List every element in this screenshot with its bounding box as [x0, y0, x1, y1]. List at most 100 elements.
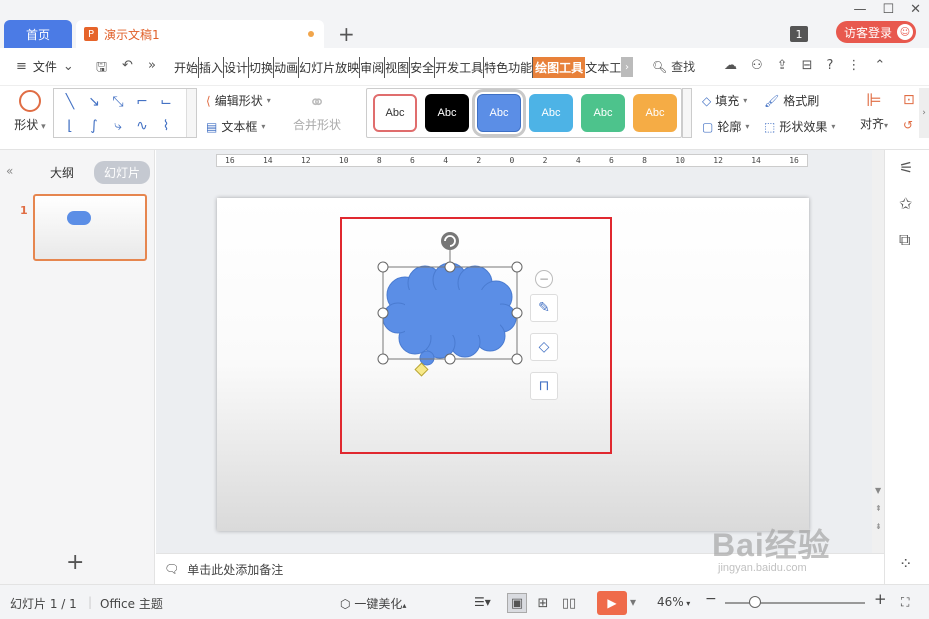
window-count-badge[interactable]: 1 — [790, 26, 808, 42]
shape-button[interactable]: 形状 ▾ — [10, 90, 50, 133]
normal-view-icon[interactable]: ▣ — [507, 593, 527, 613]
tabs-scroll-right-icon[interactable]: › — [621, 57, 633, 77]
outline-button[interactable]: ▢ 轮廓 ▾ — [702, 118, 749, 135]
document-tools-icon[interactable]: ⊟ — [802, 58, 813, 73]
save-icon[interactable]: 🖫 — [96, 58, 107, 80]
animation-icon[interactable]: ✩ — [899, 194, 912, 213]
tab-insert[interactable]: 插入 — [199, 57, 225, 78]
tab-start[interactable]: 开始 — [174, 57, 200, 78]
tab-transition[interactable]: 切换 — [249, 57, 275, 78]
elbow-double-arrow-icon[interactable]: ⌊ — [58, 114, 82, 138]
shape-fill-icon[interactable]: ◇ — [530, 333, 558, 361]
tab-security[interactable]: 安全 — [410, 57, 436, 78]
next-slide-icon[interactable]: ⇟ — [875, 522, 882, 531]
group-icon[interactable]: ⊡ — [903, 92, 915, 108]
shape-outline-icon[interactable]: ⊓ — [530, 372, 558, 400]
tab-home[interactable]: 首页 — [4, 20, 72, 48]
slide-sorter-icon[interactable]: ⊞ — [533, 593, 553, 613]
login-button[interactable]: 访客登录 ☺ — [836, 21, 916, 43]
collapse-toolbar-icon[interactable]: − — [535, 270, 553, 288]
add-slide-icon[interactable]: + — [66, 550, 84, 575]
align-icon: ⊫ — [866, 90, 882, 111]
tab-features[interactable]: 特色功能 — [484, 57, 534, 78]
tab-view[interactable]: 视图 — [385, 57, 411, 78]
more-apps-icon[interactable]: ⁘ — [899, 554, 912, 573]
close-icon[interactable]: ✕ — [910, 2, 921, 17]
fit-window-icon[interactable]: ⛶ — [901, 595, 909, 610]
tab-outline[interactable]: 大纲 — [40, 161, 84, 184]
elbow-arrow-icon[interactable]: ⌙ — [154, 90, 178, 114]
notes-toggle-icon[interactable]: ☰▾ — [474, 595, 491, 609]
tab-document[interactable]: P 演示文稿1 — [76, 20, 324, 48]
tab-drawing-tools[interactable]: 绘图工具 — [533, 57, 586, 78]
collapse-panel-icon[interactable]: « — [6, 164, 13, 178]
style-gallery-scrollbar[interactable] — [682, 88, 692, 138]
style-white[interactable]: Abc — [373, 94, 417, 132]
gallery-scrollbar[interactable] — [186, 89, 196, 137]
freeform-icon[interactable]: ⌇ — [154, 114, 178, 138]
style-orange[interactable]: Abc — [633, 94, 677, 132]
help-icon[interactable]: ? — [826, 58, 833, 73]
search-button[interactable]: 🔍︎ 查找 — [652, 58, 695, 75]
more-quick-access-icon[interactable]: » — [148, 58, 156, 73]
shape-effect-button[interactable]: ⬚ 形状效果 ▾ — [764, 118, 835, 135]
zoom-slider[interactable] — [725, 602, 865, 604]
shape-style-pen-icon[interactable]: ✎ — [530, 294, 558, 322]
maximize-icon[interactable]: ☐ — [882, 2, 894, 17]
horizontal-ruler[interactable]: 16 14 12 10 8 6 4 2 0 2 4 6 8 10 12 14 1… — [216, 154, 808, 167]
double-arrow-icon[interactable]: ⤡ — [106, 90, 130, 114]
zoom-level[interactable]: 46% ▾ — [657, 595, 690, 609]
format-painter-button[interactable]: 🖌︎ 格式刷 — [764, 92, 819, 109]
style-green[interactable]: Abc — [581, 94, 625, 132]
merge-shape-button[interactable]: ⚭ 合并形状 — [293, 90, 341, 133]
unsaved-dot-icon[interactable] — [308, 31, 314, 37]
align-button[interactable]: ⊫ 对齐▾ — [860, 90, 888, 132]
minimize-icon[interactable]: — — [853, 2, 866, 17]
tab-slideshow[interactable]: 幻灯片放映 — [299, 57, 361, 78]
tab-animation[interactable]: 动画 — [274, 57, 300, 78]
line-shape-gallery[interactable]: ╲ ↘ ⤡ ⌐ ⌙ ⌊ ∫ ⤷ ∿ ⌇ — [53, 88, 197, 138]
slide-switch-icon[interactable]: ⧉ — [899, 230, 910, 250]
style-blue[interactable]: Abc — [472, 89, 526, 137]
tab-developer[interactable]: 开发工具 — [435, 57, 485, 78]
style-light-blue[interactable]: Abc — [529, 94, 573, 132]
edit-shape-button[interactable]: ⟨ 编辑形状 ▾ — [206, 92, 271, 109]
curve-icon[interactable]: ∿ — [130, 114, 154, 138]
curved-connector-icon[interactable]: ∫ — [82, 114, 106, 138]
fill-button[interactable]: ◇ 填充 ▾ — [702, 92, 747, 109]
text-box-button[interactable]: ▤ 文本框 ▾ — [206, 118, 265, 135]
properties-icon[interactable]: ⚟ — [899, 158, 913, 177]
rotate-icon[interactable]: ↺ — [903, 118, 913, 132]
style-black[interactable]: Abc — [425, 94, 469, 132]
file-menu-label: 文件 — [32, 60, 57, 74]
beautify-button[interactable]: ⬡ 一键美化▴ — [340, 595, 406, 612]
ribbon-scroll-right-icon[interactable]: › — [919, 88, 929, 138]
tab-design[interactable]: 设计 — [224, 57, 250, 78]
curved-arrow-icon[interactable]: ⤷ — [106, 114, 130, 138]
zoom-slider-knob[interactable] — [749, 596, 761, 608]
file-menu[interactable]: ≡ 文件 ⌄ — [16, 58, 74, 75]
zoom-in-icon[interactable]: + — [874, 590, 887, 608]
arrow-line-icon[interactable]: ↘ — [82, 90, 106, 114]
cloud-icon[interactable]: ☁ — [724, 58, 737, 73]
vertical-scrollbar[interactable]: ▼ ⇞ ⇟ — [872, 150, 884, 553]
collaborate-icon[interactable]: ⚇ — [751, 58, 763, 73]
play-options-icon[interactable]: ▾ — [630, 595, 636, 609]
undo-icon[interactable]: ↶ — [122, 58, 133, 73]
scroll-down-icon[interactable]: ▼ — [875, 486, 881, 495]
share-icon[interactable]: ⇪ — [777, 58, 788, 73]
elbow-connector-icon[interactable]: ⌐ — [130, 90, 154, 114]
line-icon[interactable]: ╲ — [58, 90, 82, 114]
reading-view-icon[interactable]: ▯▯ — [559, 593, 579, 613]
more-icon[interactable]: ⋮ — [847, 58, 860, 73]
collapse-ribbon-icon[interactable]: ⌃ — [874, 58, 885, 73]
tab-review[interactable]: 审阅 — [360, 57, 386, 78]
slide-thumbnail[interactable] — [33, 194, 147, 261]
prev-slide-icon[interactable]: ⇞ — [875, 504, 882, 513]
theme-name[interactable]: Office 主题 — [100, 595, 163, 612]
zoom-out-icon[interactable]: − — [705, 591, 717, 607]
tab-slides[interactable]: 幻灯片 — [94, 161, 151, 184]
tab-text-tools[interactable]: 文本工 — [585, 57, 621, 78]
play-slideshow-button[interactable]: ▶ — [597, 591, 627, 615]
new-tab-button[interactable]: + — [338, 22, 355, 46]
